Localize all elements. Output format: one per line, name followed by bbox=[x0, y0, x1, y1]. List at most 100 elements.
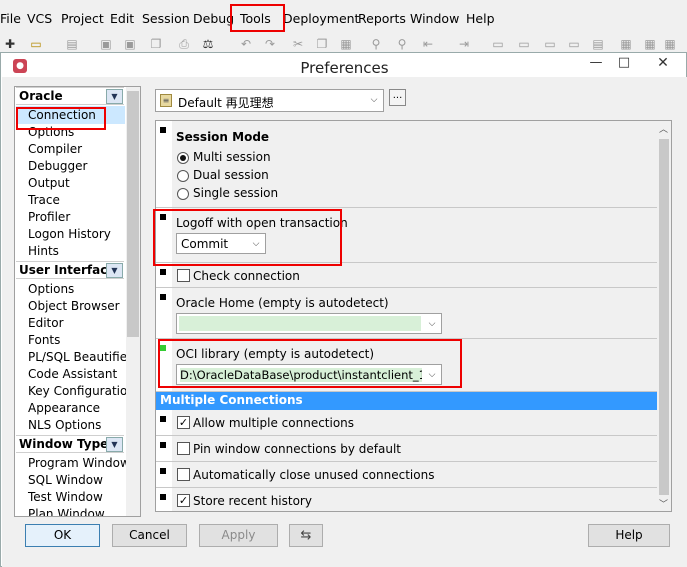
check-connection-checkbox[interactable] bbox=[177, 269, 190, 282]
radio-single-session[interactable] bbox=[177, 188, 189, 200]
window-icon[interactable]: ▭ bbox=[566, 36, 582, 52]
pin-window-label[interactable]: Pin window connections by default bbox=[193, 442, 401, 456]
category-item-code-assistant[interactable]: Code Assistant bbox=[28, 367, 117, 381]
find-next-icon[interactable]: ⚲ bbox=[394, 36, 410, 52]
close-doc-icon[interactable]: ▦ bbox=[662, 36, 678, 52]
category-item-oracle-options[interactable]: Options bbox=[28, 125, 74, 139]
format-icon[interactable]: ▭ bbox=[542, 36, 558, 52]
cascade-icon[interactable]: ▦ bbox=[642, 36, 658, 52]
profile-select[interactable]: ≡ Default 再见理想 ⌵ bbox=[155, 89, 384, 112]
category-item-object-browser[interactable]: Object Browser bbox=[28, 299, 120, 313]
apply-button[interactable]: Apply bbox=[199, 524, 278, 547]
oci-library-select[interactable]: D:\OracleDataBase\product\instantclient_… bbox=[176, 364, 442, 385]
save-all-icon[interactable]: ▣ bbox=[122, 36, 138, 52]
collapse-icon[interactable]: ▼ bbox=[106, 263, 123, 278]
ok-button[interactable]: OK bbox=[25, 524, 100, 547]
uncomment-icon[interactable]: ▭ bbox=[516, 36, 532, 52]
radio-dual-session-label[interactable]: Dual session bbox=[193, 168, 269, 182]
menu-session[interactable]: Session bbox=[142, 11, 190, 26]
menu-vcs[interactable]: VCS bbox=[27, 11, 52, 26]
tile-icon[interactable]: ▦ bbox=[618, 36, 634, 52]
menu-file[interactable]: File bbox=[0, 11, 21, 26]
scroll-down-icon[interactable]: ﹀ bbox=[659, 497, 668, 510]
category-item-hints[interactable]: Hints bbox=[28, 244, 59, 258]
help-button[interactable]: Help bbox=[588, 524, 670, 547]
auto-close-checkbox[interactable] bbox=[177, 468, 190, 481]
store-history-checkbox[interactable]: ✓ bbox=[177, 494, 190, 507]
outdent-icon[interactable]: ⇥ bbox=[456, 36, 472, 52]
oracle-home-input[interactable] bbox=[179, 316, 421, 331]
category-item-nls-options[interactable]: NLS Options bbox=[28, 418, 101, 432]
pin-window-checkbox[interactable] bbox=[177, 442, 190, 455]
category-item-connection[interactable]: Connection bbox=[28, 108, 96, 122]
paste-icon[interactable]: ▦ bbox=[338, 36, 354, 52]
store-history-label[interactable]: Store recent history bbox=[193, 494, 312, 508]
indent-icon[interactable]: ⇤ bbox=[420, 36, 436, 52]
undo-icon[interactable]: ↶ bbox=[238, 36, 254, 52]
auto-close-label[interactable]: Automatically close unused connections bbox=[193, 468, 434, 482]
menu-reports[interactable]: Reports bbox=[358, 11, 406, 26]
menu-window[interactable]: Window bbox=[410, 11, 459, 26]
scrollbar-thumb[interactable] bbox=[127, 91, 139, 337]
collapse-icon[interactable]: ▼ bbox=[106, 89, 123, 104]
radio-multi-session-label[interactable]: Multi session bbox=[193, 150, 271, 164]
menu-edit[interactable]: Edit bbox=[110, 11, 134, 26]
copy-icon-2[interactable]: ❐ bbox=[314, 36, 330, 52]
radio-dual-session[interactable] bbox=[177, 170, 189, 182]
menu-project[interactable]: Project bbox=[61, 11, 104, 26]
minimize-button[interactable]: — bbox=[585, 55, 607, 70]
new-icon[interactable]: ✚ bbox=[2, 36, 18, 52]
menu-deployment[interactable]: Deployment bbox=[283, 11, 359, 26]
category-header-window-types[interactable]: Window Types ▼ bbox=[16, 435, 124, 453]
category-item-trace[interactable]: Trace bbox=[28, 193, 60, 207]
category-item-sql-window[interactable]: SQL Window bbox=[28, 473, 103, 487]
copy-icon[interactable]: ❐ bbox=[148, 36, 164, 52]
settings-scrollbar[interactable]: ︿ ﹀ bbox=[657, 121, 671, 511]
category-item-appearance[interactable]: Appearance bbox=[28, 401, 100, 415]
print-icon[interactable]: ▤ bbox=[64, 36, 80, 52]
category-item-key-configuration[interactable]: Key Configuration bbox=[28, 384, 135, 398]
category-item-editor[interactable]: Editor bbox=[28, 316, 64, 330]
category-header-oracle[interactable]: Oracle ▼ bbox=[16, 87, 124, 105]
open-folder-icon[interactable]: ▭ bbox=[28, 36, 44, 52]
menu-tools[interactable]: Tools bbox=[240, 11, 271, 26]
oracle-home-select[interactable]: ⌵ bbox=[176, 313, 442, 334]
category-item-ui-options[interactable]: Options bbox=[28, 282, 74, 296]
radio-single-session-label[interactable]: Single session bbox=[193, 186, 278, 200]
close-button[interactable]: ✕ bbox=[643, 55, 683, 71]
menu-debug[interactable]: Debug bbox=[193, 11, 234, 26]
scrollbar-thumb[interactable] bbox=[659, 139, 669, 495]
category-item-plsql-beautifier[interactable]: PL/SQL Beautifier bbox=[28, 350, 132, 364]
category-item-debugger[interactable]: Debugger bbox=[28, 159, 87, 173]
cut-icon[interactable]: ✂ bbox=[290, 36, 306, 52]
load-settings-icon[interactable]: ⇆ bbox=[289, 524, 323, 547]
category-item-compiler[interactable]: Compiler bbox=[28, 142, 82, 156]
list-icon[interactable]: ▤ bbox=[590, 36, 606, 52]
maximize-button[interactable]: □ bbox=[613, 55, 635, 70]
category-header-user-interface[interactable]: User Interface ▼ bbox=[16, 261, 124, 279]
find-icon[interactable]: ⚲ bbox=[368, 36, 384, 52]
allow-multiple-checkbox[interactable]: ✓ bbox=[177, 416, 190, 429]
print-icon-2[interactable]: ⎙ bbox=[176, 36, 192, 52]
category-item-plan-window[interactable]: Plan Window bbox=[28, 507, 105, 516]
radio-multi-session[interactable] bbox=[177, 152, 189, 164]
menu-help[interactable]: Help bbox=[466, 11, 495, 26]
profile-more-button[interactable]: ... bbox=[389, 89, 406, 106]
category-item-output[interactable]: Output bbox=[28, 176, 70, 190]
logoff-select[interactable]: Commit ⌵ bbox=[176, 233, 266, 254]
category-item-profiler[interactable]: Profiler bbox=[28, 210, 70, 224]
check-connection-label[interactable]: Check connection bbox=[193, 269, 300, 283]
category-scrollbar[interactable] bbox=[126, 87, 140, 516]
collapse-icon[interactable]: ▼ bbox=[106, 437, 123, 452]
redo-icon[interactable]: ↷ bbox=[262, 36, 278, 52]
allow-multiple-label[interactable]: Allow multiple connections bbox=[193, 416, 354, 430]
scales-icon[interactable]: ⚖ bbox=[200, 36, 216, 52]
comment-icon[interactable]: ▭ bbox=[490, 36, 506, 52]
save-icon[interactable]: ▣ bbox=[98, 36, 114, 52]
category-item-program-window[interactable]: Program Window bbox=[28, 456, 130, 470]
category-item-fonts[interactable]: Fonts bbox=[28, 333, 60, 347]
scroll-up-icon[interactable]: ︿ bbox=[659, 122, 668, 135]
category-item-test-window[interactable]: Test Window bbox=[28, 490, 103, 504]
category-item-logon-history[interactable]: Logon History bbox=[28, 227, 111, 241]
oci-library-value[interactable]: D:\OracleDataBase\product\instantclient_… bbox=[180, 368, 422, 382]
